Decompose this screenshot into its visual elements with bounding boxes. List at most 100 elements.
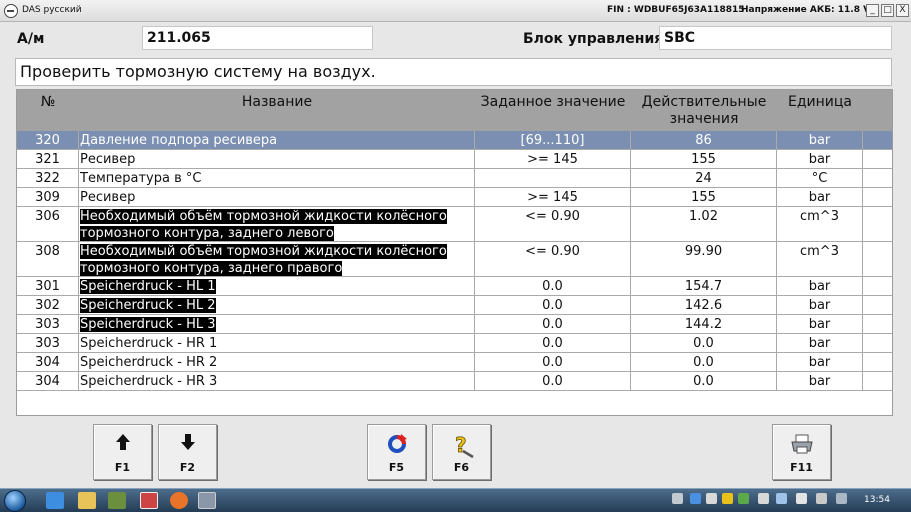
row-name: Ресивер bbox=[80, 190, 136, 205]
f11-button[interactable]: F11 bbox=[772, 424, 831, 480]
row-name-cell: Давление подпора ресивера bbox=[79, 131, 475, 149]
row-name-cell: Ресивер bbox=[79, 150, 475, 168]
table-row[interactable]: 322 Температура в °C 24 °C bbox=[17, 169, 892, 188]
row-name: Speicherdruck - HL 3 bbox=[80, 317, 216, 332]
row-number-cell: 306 bbox=[17, 207, 79, 241]
help-icon: ? bbox=[454, 433, 474, 459]
table-row[interactable]: 302 Speicherdruck - HL 2 0.0 142.6 bar bbox=[17, 296, 892, 315]
row-number: 309 bbox=[35, 190, 60, 205]
table-row[interactable]: 304 Speicherdruck - HR 2 0.0 0.0 bar bbox=[17, 353, 892, 372]
row-name: Температура в °C bbox=[80, 171, 202, 186]
row-name: тормозного контура, заднего правого bbox=[80, 261, 343, 276]
minimize-button[interactable]: _ bbox=[866, 4, 879, 17]
tray-icon-5[interactable] bbox=[738, 493, 749, 504]
f6-button[interactable]: ? F6 bbox=[432, 424, 491, 480]
row-setpoint: <= 0.90 bbox=[525, 244, 580, 259]
tray-icon-3[interactable] bbox=[706, 493, 717, 504]
table-row[interactable]: 308 Необходимый объём тормозной жидкости … bbox=[17, 242, 892, 277]
row-setpoint-cell: 0.0 bbox=[475, 334, 631, 352]
printer-icon bbox=[790, 434, 813, 454]
f5-label: F5 bbox=[388, 461, 405, 474]
row-name: Speicherdruck - HR 1 bbox=[80, 336, 218, 351]
tray-flag-icon[interactable] bbox=[816, 493, 827, 504]
row-actual-value: 144.2 bbox=[684, 317, 723, 332]
row-number: 301 bbox=[35, 279, 60, 294]
f5-button[interactable]: F5 bbox=[367, 424, 426, 480]
row-setpoint-cell: 0.0 bbox=[475, 277, 631, 295]
tray-icon-10[interactable] bbox=[836, 493, 847, 504]
start-button-icon[interactable] bbox=[4, 490, 26, 512]
table-row[interactable]: 321 Ресивер >= 145 155 bar bbox=[17, 150, 892, 169]
row-unit: bar bbox=[808, 279, 831, 294]
row-name: тормозного контура, заднего левого bbox=[80, 226, 334, 241]
f1-button[interactable]: F1 bbox=[93, 424, 152, 480]
taskbar-app-icon[interactable] bbox=[198, 492, 216, 509]
table-row[interactable]: 320 Давление подпора ресивера [69...110] 86… bbox=[17, 131, 892, 150]
tray-icon-1[interactable] bbox=[672, 493, 683, 504]
das-app-taskbar-icon[interactable] bbox=[140, 492, 158, 509]
row-name: Необходимый объём тормозной жидкости кол… bbox=[80, 244, 447, 259]
row-name-cell: Speicherdruck - HL 2 bbox=[79, 296, 475, 314]
row-name-cell: Speicherdruck - HR 3 bbox=[79, 372, 475, 390]
tray-language-icon[interactable] bbox=[690, 493, 701, 504]
internet-explorer-icon[interactable] bbox=[46, 492, 64, 509]
row-name-cell: Необходимый объём тормозной жидкости кол… bbox=[79, 242, 475, 276]
row-unit: bar bbox=[808, 355, 831, 370]
row-number-cell: 304 bbox=[17, 353, 79, 371]
row-name: Давление подпора ресивера bbox=[80, 133, 278, 148]
row-unit: bar bbox=[808, 374, 831, 389]
tray-printer-icon[interactable] bbox=[758, 493, 769, 504]
row-actual-value-cell: 0.0 bbox=[631, 372, 777, 390]
table-row[interactable]: 303 Speicherdruck - HR 1 0.0 0.0 bar bbox=[17, 334, 892, 353]
row-unit: bar bbox=[808, 152, 831, 167]
row-unit: bar bbox=[808, 317, 831, 332]
row-setpoint-cell: 0.0 bbox=[475, 315, 631, 333]
table-row[interactable]: 301 Speicherdruck - HL 1 0.0 154.7 bar bbox=[17, 277, 892, 296]
close-button[interactable]: X bbox=[896, 4, 909, 17]
row-number: 302 bbox=[35, 298, 60, 313]
column-header-setpoint[interactable]: Заданное значение bbox=[475, 94, 631, 111]
mercedes-star-icon bbox=[4, 4, 18, 18]
row-actual-value-cell: 142.6 bbox=[631, 296, 777, 314]
column-header-number[interactable]: № bbox=[17, 94, 79, 111]
row-unit-cell: bar bbox=[777, 150, 863, 168]
row-unit: bar bbox=[808, 298, 831, 313]
firefox-icon[interactable] bbox=[170, 492, 188, 509]
column-header-actual[interactable]: Действительные значения bbox=[631, 94, 777, 128]
tray-icon-4[interactable] bbox=[722, 493, 733, 504]
tray-network-icon[interactable] bbox=[776, 493, 787, 504]
column-header-unit[interactable]: Единица bbox=[777, 94, 863, 111]
row-number-cell: 302 bbox=[17, 296, 79, 314]
row-setpoint: 0.0 bbox=[542, 374, 563, 389]
row-actual-value-cell: 86 bbox=[631, 131, 777, 149]
row-name-cell: Speicherdruck - HR 1 bbox=[79, 334, 475, 352]
row-setpoint: 0.0 bbox=[542, 279, 563, 294]
row-unit-cell: bar bbox=[777, 277, 863, 295]
explorer-folder-icon[interactable] bbox=[78, 492, 96, 509]
row-setpoint: >= 145 bbox=[527, 152, 578, 167]
fin-label: FIN : WDBUF65J63A118815 bbox=[607, 5, 745, 15]
table-row[interactable]: 303 Speicherdruck - HL 3 0.0 144.2 bar bbox=[17, 315, 892, 334]
column-header-name[interactable]: Название bbox=[79, 94, 475, 111]
f2-button[interactable]: F2 bbox=[158, 424, 217, 480]
row-number: 303 bbox=[35, 317, 60, 332]
row-number-cell: 320 bbox=[17, 131, 79, 149]
media-player-icon[interactable] bbox=[108, 492, 126, 509]
maximize-button[interactable]: □ bbox=[881, 4, 894, 17]
table-row[interactable]: 309 Ресивер >= 145 155 bar bbox=[17, 188, 892, 207]
tray-volume-icon[interactable] bbox=[796, 493, 807, 504]
row-number: 304 bbox=[35, 374, 60, 389]
column-header-actual-line2: значения bbox=[669, 111, 739, 127]
row-actual-value: 1.02 bbox=[689, 209, 718, 224]
row-unit-cell: bar bbox=[777, 315, 863, 333]
table-row[interactable]: 306 Необходимый объём тормозной жидкости … bbox=[17, 207, 892, 242]
table-row[interactable]: 304 Speicherdruck - HR 3 0.0 0.0 bar bbox=[17, 372, 892, 391]
row-setpoint-cell: 0.0 bbox=[475, 296, 631, 314]
row-actual-value: 86 bbox=[695, 133, 712, 148]
refresh-icon bbox=[387, 434, 407, 453]
row-setpoint: 0.0 bbox=[542, 355, 563, 370]
row-setpoint-cell: >= 145 bbox=[475, 150, 631, 168]
row-number: 321 bbox=[35, 152, 60, 167]
row-unit-cell: cm^3 bbox=[777, 207, 863, 241]
row-actual-value-cell: 155 bbox=[631, 150, 777, 168]
